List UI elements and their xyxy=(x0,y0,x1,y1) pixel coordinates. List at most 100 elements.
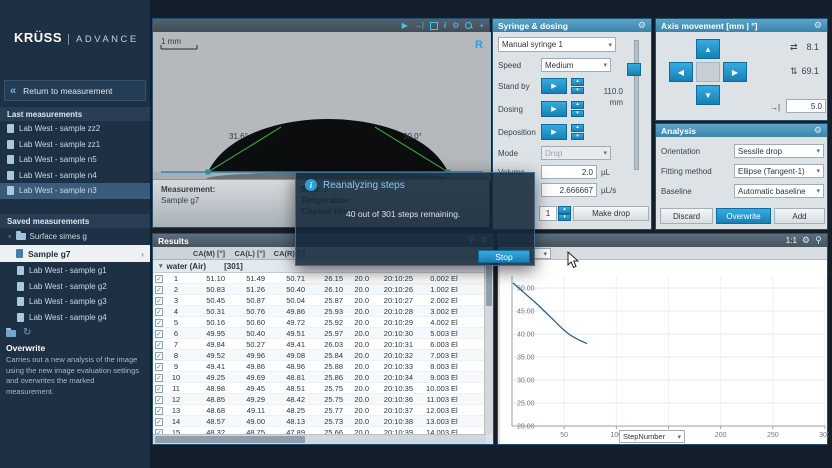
gear-icon[interactable]: ⚙ xyxy=(638,21,646,30)
table-row[interactable]: ✓151.1051.4950.7126.1520.020:10:250.002E… xyxy=(153,273,486,284)
add-button[interactable]: Add xyxy=(774,208,825,224)
horizontal-scrollbar-thumb[interactable] xyxy=(155,436,305,443)
volume-input[interactable]: 2.0 xyxy=(541,165,597,179)
table-row[interactable]: ✓749.8450.2749.4126.0320.020:10:316.003E… xyxy=(153,339,486,350)
last-measurements-list: Lab West - sample zz2Lab West - sample z… xyxy=(0,121,150,199)
table-row[interactable]: ✓1348.6849.1148.2525.7720.020:10:3712.00… xyxy=(153,405,486,416)
move-up-button[interactable]: ▲ xyxy=(696,39,720,59)
measurement-icon xyxy=(7,186,14,195)
dosing-play-button[interactable]: ▶ xyxy=(541,101,567,117)
row-checkbox[interactable]: ✓ xyxy=(153,307,167,316)
sidebar-item-last-measurement[interactable]: Lab West - sample n4 xyxy=(0,168,150,184)
move-left-button[interactable]: ◀ xyxy=(669,62,693,82)
step-down-button[interactable]: ▾ xyxy=(571,133,584,141)
move-down-button[interactable]: ▼ xyxy=(696,85,720,105)
column-header[interactable]: CA(M) [°] xyxy=(187,249,227,258)
rate-input[interactable]: 2.666667 xyxy=(541,183,597,197)
table-row[interactable]: ✓350.4550.8750.0425.8720.020:10:272.002E… xyxy=(153,295,486,306)
sidebar-item-last-measurement[interactable]: Lab West - sample zz2 xyxy=(0,121,150,137)
standby-play-button[interactable]: ▶ xyxy=(541,78,567,94)
table-row[interactable]: ✓450.3150.7649.8625.9320.020:10:283.002E… xyxy=(153,306,486,317)
checkbox-checked-icon: ✓ xyxy=(155,363,163,371)
step-down-button[interactable]: ▾ xyxy=(558,214,571,222)
mode-label: Mode xyxy=(498,149,518,158)
table-row[interactable]: ✓550.1650.6049.7225.9220.020:10:294.002E… xyxy=(153,317,486,328)
vertical-scrollbar[interactable] xyxy=(484,247,493,434)
play-icon[interactable]: ▶ xyxy=(402,22,408,30)
fitting-method-select[interactable]: Ellipse (Tangent-1) ▾ xyxy=(734,164,824,178)
row-checkbox[interactable]: ✓ xyxy=(153,406,167,415)
sidebar-item-selected-sample[interactable]: Sample g7 › xyxy=(0,245,150,262)
chart-plot-area[interactable]: 5010015020025030050.0045.0040.0035.0030.… xyxy=(500,260,827,444)
saved-measurements-list: Lab West - sample g1Lab West - sample g2… xyxy=(0,263,150,325)
needle-position-slider-handle[interactable] xyxy=(627,63,641,76)
gear-icon[interactable]: ⚙ xyxy=(814,21,822,30)
row-checkbox[interactable]: ✓ xyxy=(153,417,167,426)
last-measurements-header: Last measurements xyxy=(0,107,150,121)
row-checkbox[interactable]: ✓ xyxy=(153,296,167,305)
table-cell: 50.04 xyxy=(267,296,307,305)
move-right-button[interactable]: ▶ xyxy=(723,62,747,82)
table-row[interactable]: ✓849.5249.9649.0825.8420.020:10:327.003E… xyxy=(153,350,486,361)
row-checkbox[interactable]: ✓ xyxy=(153,329,167,338)
sidebar-item-saved-measurement[interactable]: Lab West - sample g2 xyxy=(0,279,150,295)
saved-group-item[interactable]: ▾ Surface simes g xyxy=(0,229,150,244)
sidebar-item-saved-measurement[interactable]: Lab West - sample g1 xyxy=(0,263,150,279)
sidebar-item-saved-measurement[interactable]: Lab West - sample g4 xyxy=(0,310,150,326)
pin-icon[interactable] xyxy=(815,236,822,245)
skip-icon[interactable]: →| xyxy=(414,22,424,30)
table-row[interactable]: ✓1248.8549.2948.4225.7520.020:10:3611.00… xyxy=(153,394,486,405)
horizontal-scrollbar[interactable] xyxy=(153,434,486,444)
gear-icon[interactable]: ⚙ xyxy=(802,236,810,245)
refresh-icon[interactable]: ↻ xyxy=(23,328,31,338)
row-checkbox[interactable]: ✓ xyxy=(153,318,167,327)
make-drop-button[interactable]: Make drop xyxy=(573,206,649,221)
baseline-select[interactable]: Automatic baseline ▾ xyxy=(734,184,824,198)
stop-button[interactable]: Stop xyxy=(478,250,530,263)
discard-button[interactable]: Discard xyxy=(660,208,713,224)
table-row[interactable]: ✓649.9550.4049.5125.9720.020:10:305.003E… xyxy=(153,328,486,339)
row-checkbox[interactable]: ✓ xyxy=(153,340,167,349)
orientation-select[interactable]: Sessile drop ▾ xyxy=(734,144,824,158)
info-icon[interactable]: i xyxy=(444,22,446,30)
step-down-button[interactable]: ▾ xyxy=(571,87,584,95)
step-up-button[interactable]: ▴ xyxy=(571,78,584,86)
gear-icon[interactable]: ⚙ xyxy=(814,126,822,135)
syringe-select[interactable]: Manual syringe 1 ▾ xyxy=(498,37,616,52)
frame-icon[interactable] xyxy=(430,22,438,30)
table-row[interactable]: ✓949.4149.8648.9625.8820.020:10:338.003E… xyxy=(153,361,486,372)
vertical-scrollbar-thumb[interactable] xyxy=(486,260,492,306)
row-checkbox[interactable]: ✓ xyxy=(153,274,167,283)
step-up-button[interactable]: ▴ xyxy=(571,101,584,109)
row-checkbox[interactable]: ✓ xyxy=(153,362,167,371)
sidebar-item-last-measurement[interactable]: Lab West - sample n3 xyxy=(0,183,150,199)
step-up-button[interactable]: ▴ xyxy=(571,124,584,132)
row-checkbox[interactable]: ✓ xyxy=(153,384,167,393)
row-checkbox[interactable]: ✓ xyxy=(153,285,167,294)
overwrite-button[interactable]: Overwrite xyxy=(716,208,771,224)
deposition-play-button[interactable]: ▶ xyxy=(541,124,567,140)
column-header[interactable]: CA(L) [°] xyxy=(227,249,267,258)
table-row[interactable]: ✓1448.5749.0048.1325.7320.020:10:3813.00… xyxy=(153,416,486,427)
new-folder-icon[interactable] xyxy=(6,330,16,337)
sidebar-item-last-measurement[interactable]: Lab West - sample n5 xyxy=(0,152,150,168)
sidebar-item-last-measurement[interactable]: Lab West - sample zz1 xyxy=(0,137,150,153)
step-size-input[interactable]: 5.0 xyxy=(786,99,826,113)
sidebar-item-saved-measurement[interactable]: Lab West - sample g3 xyxy=(0,294,150,310)
row-checkbox[interactable]: ✓ xyxy=(153,395,167,404)
needle-position-slider-track[interactable] xyxy=(634,40,639,170)
row-checkbox[interactable]: ✓ xyxy=(153,373,167,382)
return-to-measurement-button[interactable]: « Return to measurement xyxy=(4,80,146,101)
step-up-button[interactable]: ▴ xyxy=(558,206,571,214)
row-checkbox[interactable]: ✓ xyxy=(153,351,167,360)
speed-select[interactable]: Medium ▾ xyxy=(541,58,611,72)
gear-icon[interactable]: ⚙ xyxy=(452,22,459,30)
table-row[interactable]: ✓1148.9849.4548.5125.7520.020:10:3510.00… xyxy=(153,383,486,394)
table-row[interactable]: ✓1049.2549.6948.8125.8620.020:10:349.003… xyxy=(153,372,486,383)
table-row[interactable]: ✓250.8351.2650.4026.1020.020:10:261.002E… xyxy=(153,284,486,295)
crosshair-icon[interactable]: + xyxy=(479,22,484,30)
step-down-button[interactable]: ▾ xyxy=(571,110,584,118)
zoom-icon[interactable] xyxy=(465,22,473,30)
drop-count-input[interactable]: 1 xyxy=(539,206,557,221)
x-axis-select[interactable]: StepNumber ▾ xyxy=(619,430,685,443)
